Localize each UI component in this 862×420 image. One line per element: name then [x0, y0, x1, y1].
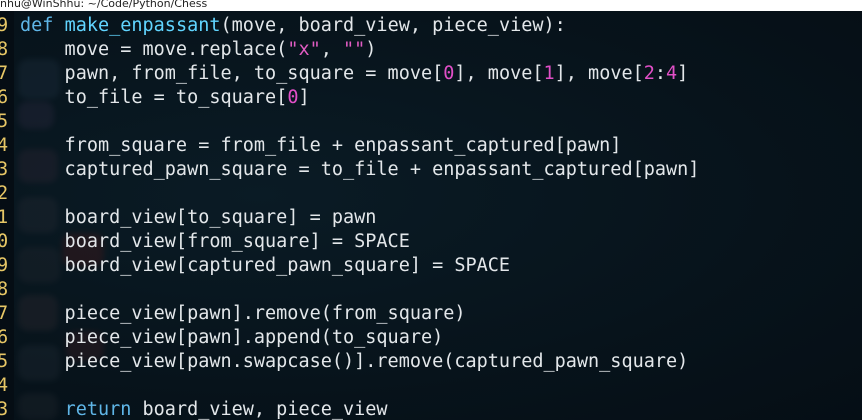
line-number: 8 [0, 279, 9, 300]
line-number: 4 [0, 135, 9, 156]
line-source: from_square = from_file + enpassant_capt… [20, 134, 622, 158]
line-source: return board_view, piece_view [20, 398, 388, 420]
line-source: piece_view[pawn.swapcase()].remove(captu… [20, 350, 689, 374]
line-number: 0 [0, 231, 9, 252]
code-text: from_square = from_file + enpassant_capt… [20, 135, 622, 156]
code-text: captured_pawn_square = to_file + enpassa… [20, 159, 700, 180]
line-number: 3 [0, 399, 9, 420]
code-text: piece_view[pawn.swapcase()].remove(captu… [20, 351, 689, 372]
code-text: piece_view[pawn].append(to_square) [20, 327, 444, 348]
line-number: 6 [0, 87, 9, 108]
line-number: 3 [0, 159, 9, 180]
line-source: captured_pawn_square = to_file + enpassa… [20, 158, 700, 182]
code-text: (move, board_view, piece_view): [220, 15, 566, 36]
line-number: 5 [0, 111, 9, 132]
code-number-literal: 0 [443, 63, 455, 84]
code-editor[interactable]: 9 def make_enpassant(move, board_view, pi… [0, 11, 862, 420]
line-number: 4 [0, 375, 9, 396]
code-text: board_view, piece_view [131, 399, 388, 420]
code-keyword: def [20, 15, 65, 36]
code-text: ], move[ [554, 63, 644, 84]
code-number-literal: 4 [666, 63, 678, 84]
code-function-name: make_enpassant [64, 15, 221, 36]
line-source: to_file = to_square[0] [20, 86, 310, 110]
code-text: ], move[ [454, 63, 544, 84]
line-number: 9 [0, 255, 9, 276]
window-titlebar: nhu@WinShhu: ~/Code/Python/Chess [0, 0, 862, 11]
line-number: 7 [0, 63, 9, 84]
line-number: 9 [0, 15, 9, 36]
line-number: 8 [0, 39, 9, 60]
line-number: 2 [0, 183, 9, 204]
code-number-literal: 1 [543, 63, 555, 84]
code-text: board_view[captured_pawn_square] = SPACE [20, 255, 511, 276]
line-number: 5 [0, 351, 9, 372]
code-string-literal: "x" [287, 39, 321, 60]
code-text: board_view[from_square] = SPACE [20, 231, 410, 252]
line-source: piece_view[pawn].remove(from_square) [20, 302, 466, 326]
code-text: ] [677, 63, 689, 84]
code-text: ] [298, 87, 310, 108]
code-text: pawn, from_file, to_square = move[ [20, 63, 444, 84]
line-number: 7 [0, 303, 9, 324]
code-text: to_file = to_square[ [20, 87, 288, 108]
line-number: 1 [0, 207, 9, 228]
code-text: : [654, 63, 667, 84]
code-keyword: return [64, 399, 132, 420]
line-source: board_view[from_square] = SPACE [20, 230, 410, 254]
line-source: board_view[to_square] = pawn [20, 206, 377, 230]
code-text: piece_view[pawn].remove(from_square) [20, 303, 466, 324]
line-source: pawn, from_file, to_square = move[0], mo… [20, 62, 689, 86]
code-text: , [320, 39, 344, 60]
line-source: piece_view[pawn].append(to_square) [20, 326, 444, 350]
code-text: ) [365, 39, 377, 60]
line-source: move = move.replace("x", "") [20, 38, 377, 62]
line-number: 6 [0, 327, 9, 348]
code-number-literal: 2 [643, 63, 655, 84]
code-string-literal: "" [343, 39, 366, 60]
line-source: def make_enpassant(move, board_view, pie… [20, 14, 566, 38]
window-title: nhu@WinShhu: ~/Code/Python/Chess [0, 0, 208, 10]
code-text: move = move.replace( [20, 39, 288, 60]
code-text: board_view[to_square] = pawn [20, 207, 377, 228]
line-source: board_view[captured_pawn_square] = SPACE [20, 254, 511, 278]
code-number-literal: 0 [287, 87, 299, 108]
